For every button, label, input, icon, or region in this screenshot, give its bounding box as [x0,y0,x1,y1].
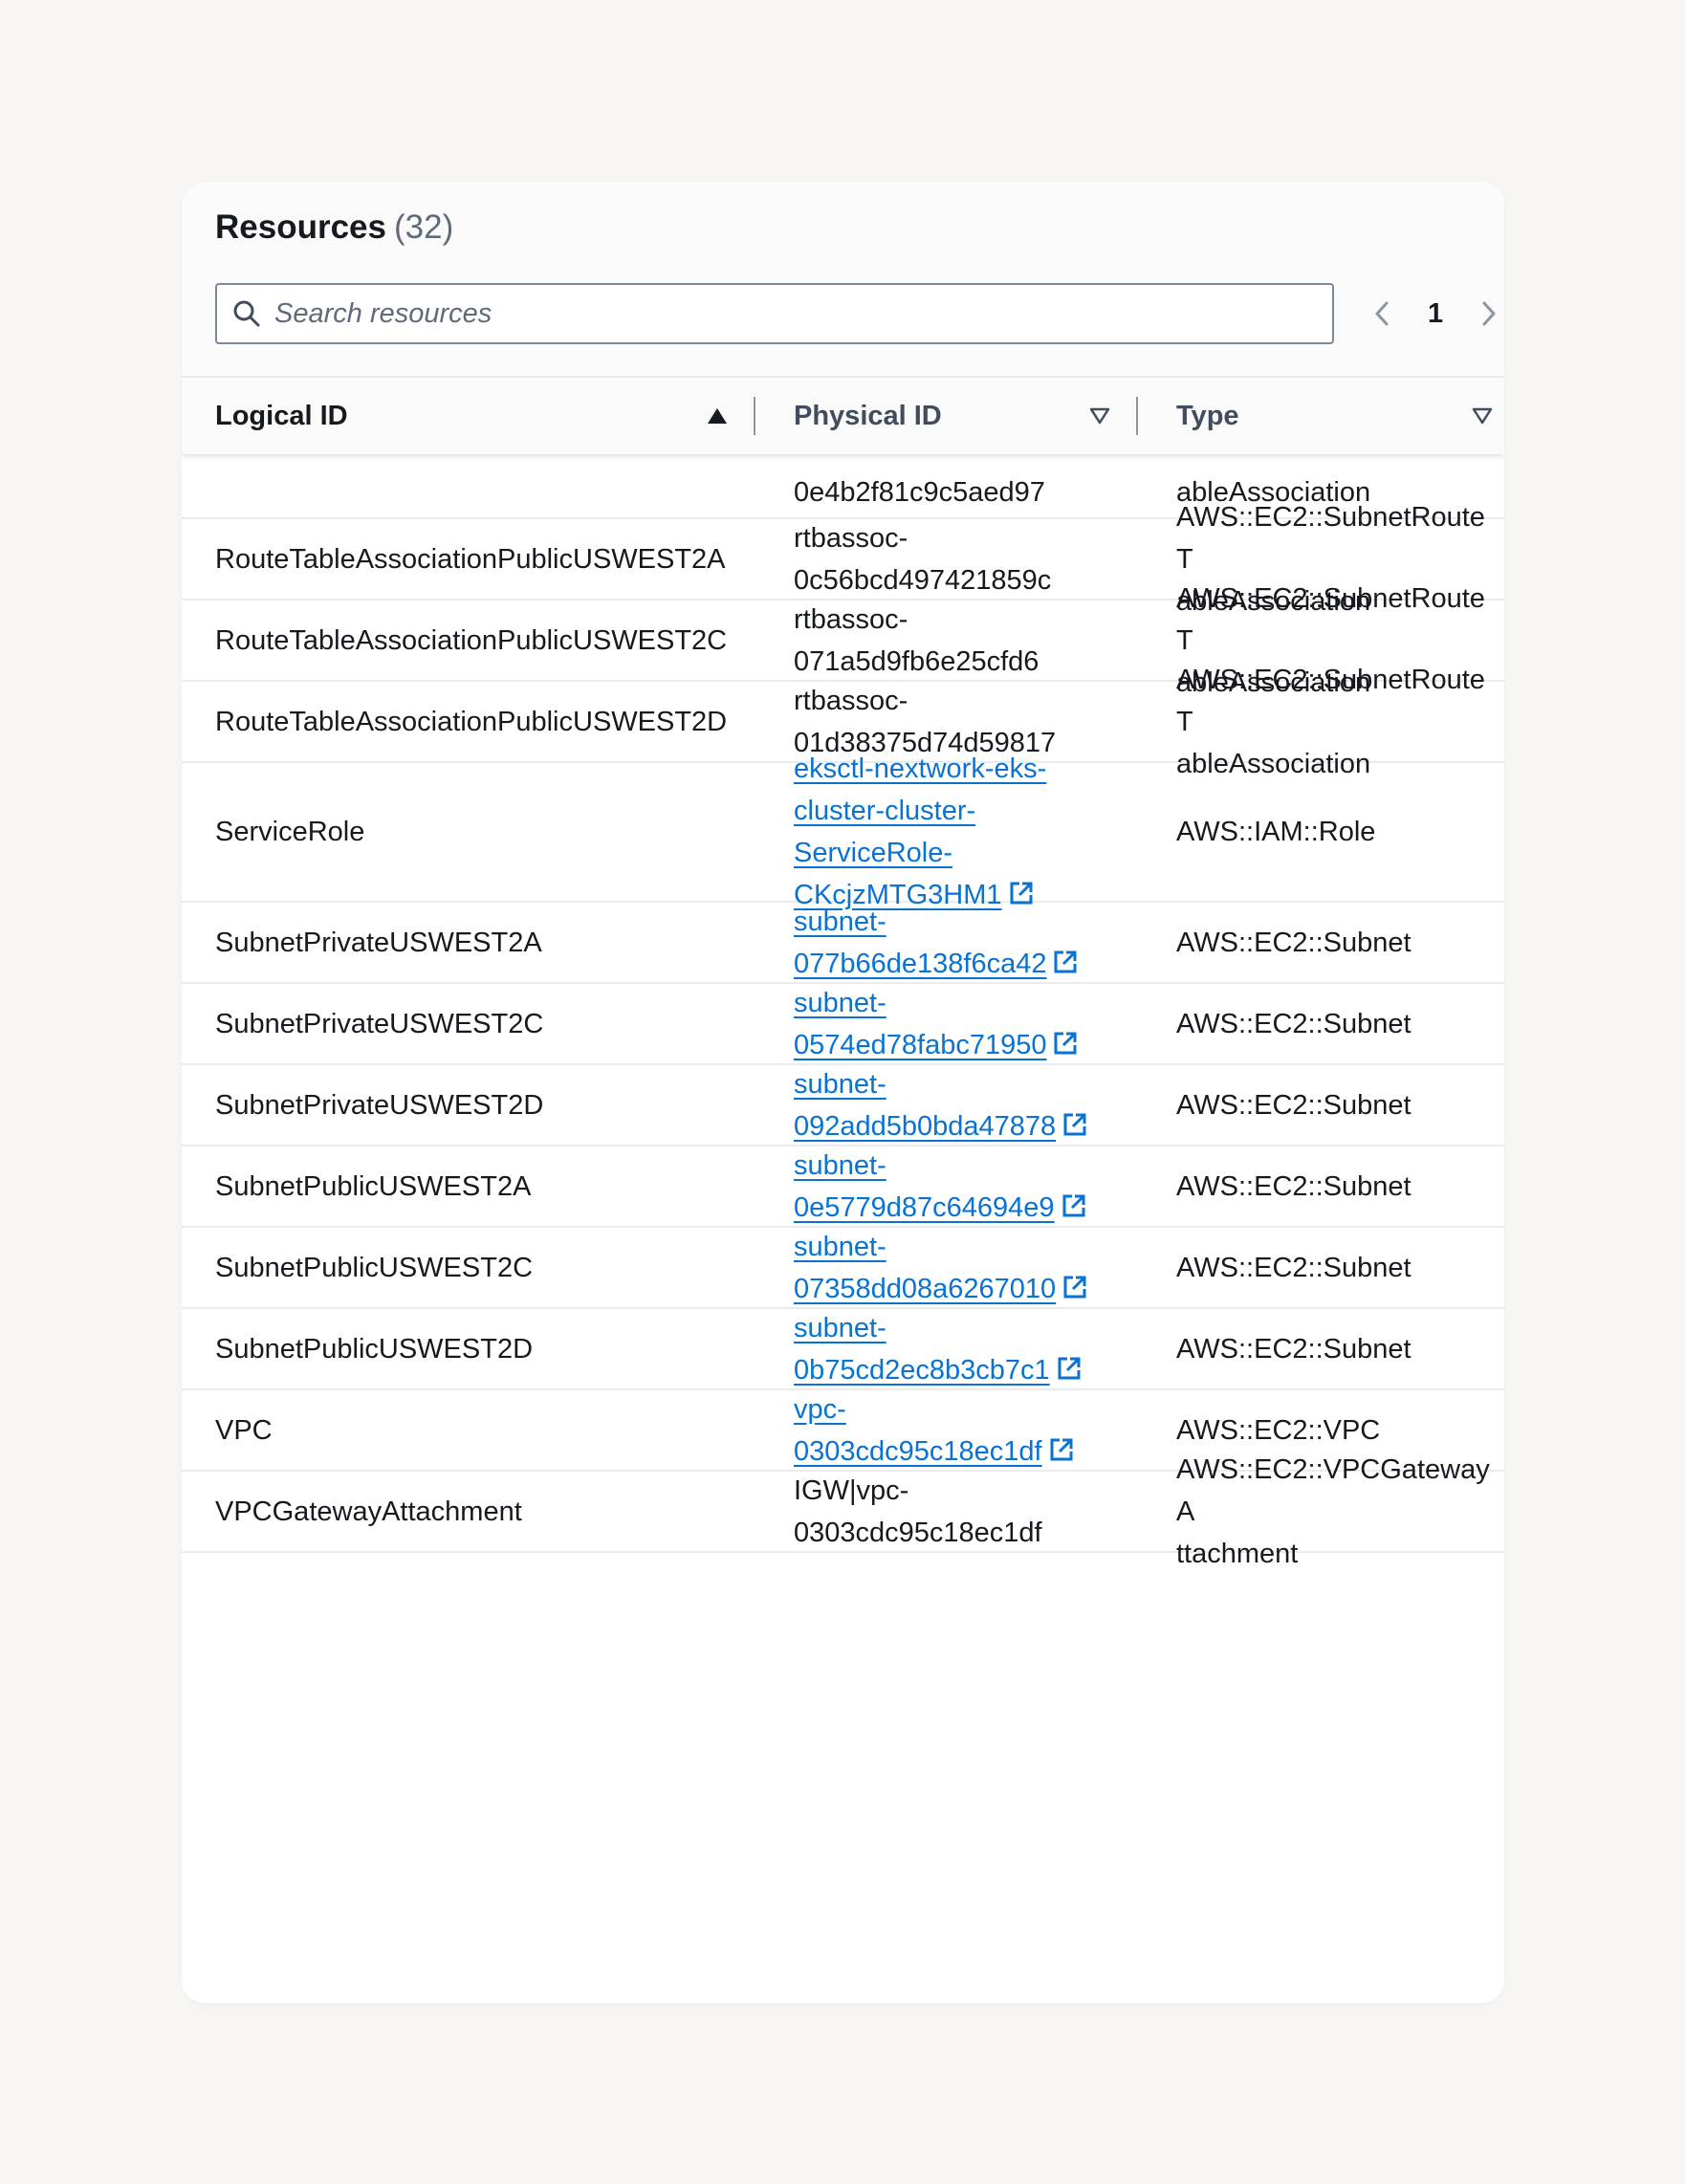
table-row: SubnetPublicUSWEST2D subnet- 0b75cd2ec8b3c… [182,1309,1504,1390]
resources-panel: Resources(32) 1 Logical ID Physical ID [182,182,1504,2003]
type-cell: AWS::EC2::Subnet [1176,1170,1411,1202]
logical-id-cell: SubnetPublicUSWEST2D [215,1333,534,1365]
table-row: SubnetPrivateUSWEST2C subnet- 0574ed78fabc… [182,984,1504,1065]
physical-id-link[interactable]: subnet- 092add5b0bda47878 [794,1063,1157,1147]
column-divider[interactable] [1136,397,1138,435]
table-header: Logical ID Physical ID Type [182,376,1504,454]
external-link-icon [1063,1113,1086,1136]
sort-descending-outline-icon[interactable] [1471,378,1494,454]
column-divider[interactable] [754,397,755,435]
physical-id-cell: rtbassoc- 071a5d9fb6e25cfd6 [794,603,1039,677]
physical-id-cell: rtbassoc- 0c56bcd497421859c [794,522,1052,596]
type-cell: AWS::EC2::Subnet [1176,927,1411,958]
logical-id-cell: RouteTableAssociationPublicUSWEST2C [215,624,728,656]
external-link-icon [1054,1032,1077,1055]
logical-id-cell: RouteTableAssociationPublicUSWEST2D [215,706,728,737]
type-cell: AWS::EC2::Subnet [1176,1252,1411,1283]
logical-id-cell: SubnetPrivateUSWEST2A [215,927,542,958]
table-row: ServiceRole eksctl-nextwork-eks-cluster-c… [182,753,1504,910]
sort-ascending-icon[interactable] [706,378,729,454]
external-link-icon [1063,1276,1086,1299]
current-page[interactable]: 1 [1428,298,1443,330]
panel-header: Resources(32) 1 [182,182,1504,376]
type-cell: AWS::EC2::VPC [1176,1414,1381,1446]
pagination: 1 [1372,289,1499,339]
table-row: SubnetPublicUSWEST2A subnet- 0e5779d87c646… [182,1147,1504,1228]
external-link-icon [1058,1357,1081,1380]
type-cell: AWS::EC2::VPCGatewayA ttachment [1176,1453,1490,1569]
table-row: SubnetPublicUSWEST2C subnet- 07358dd08a626… [182,1228,1504,1309]
logical-id-cell: SubnetPublicUSWEST2C [215,1252,534,1283]
logical-id-cell: SubnetPrivateUSWEST2D [215,1089,544,1121]
logical-id-cell: RouteTableAssociationPublicUSWEST2A [215,543,726,575]
physical-id-link[interactable]: subnet- 0b75cd2ec8b3cb7c1 [794,1307,1157,1391]
type-cell: AWS::EC2::Subnet [1176,1008,1411,1039]
table-row: SubnetPrivateUSWEST2A subnet- 077b66de138f… [182,903,1504,984]
type-cell: AWS::EC2::Subnet [1176,1089,1411,1121]
table-row: VPCGatewayAttachment IGW|vpc- 0303cdc95c18… [182,1454,1504,1569]
logical-id-cell: VPC [215,1414,273,1446]
physical-id-cell: IGW|vpc- 0303cdc95c18ec1df [794,1474,1042,1548]
external-link-icon [1050,1438,1073,1461]
logical-id-cell: VPCGatewayAttachment [215,1496,522,1527]
table-row: SubnetPrivateUSWEST2D subnet- 092add5b0bda… [182,1065,1504,1147]
external-link-icon [1062,1194,1085,1217]
sort-descending-outline-icon[interactable] [1088,378,1111,454]
physical-id-link[interactable]: subnet- 0e5779d87c64694e9 [794,1145,1157,1229]
physical-id-link[interactable]: vpc- 0303cdc95c18ec1df [794,1388,1157,1473]
column-header-logical-id[interactable]: Logical ID [215,378,348,454]
external-link-icon [1054,950,1077,973]
search-input[interactable] [274,297,1279,330]
physical-id-link[interactable]: subnet- 077b66de138f6ca42 [794,901,1157,985]
search-box[interactable] [215,283,1334,344]
physical-id-link[interactable]: subnet- 0574ed78fabc71950 [794,982,1157,1066]
search-icon [233,300,260,327]
logical-id-cell: SubnetPublicUSWEST2A [215,1170,532,1202]
chevron-right-icon[interactable] [1479,299,1499,328]
resource-count: (32) [393,208,454,246]
physical-id-link[interactable]: subnet- 07358dd08a6267010 [794,1226,1157,1310]
logical-id-cell: ServiceRole [215,817,365,847]
page-title: Resources (32) [215,208,454,246]
type-cell: AWS::IAM::Role [1176,817,1376,847]
column-header-physical-id[interactable]: Physical ID [794,378,942,454]
chevron-left-icon[interactable] [1372,299,1391,328]
column-header-type[interactable]: Type [1176,378,1239,454]
physical-id-cell: 0e4b2f81c9c5aed97 [794,477,1045,508]
logical-id-cell: SubnetPrivateUSWEST2C [215,1008,544,1039]
physical-id-link[interactable]: eksctl-nextwork-eks-cluster-cluster- Serv… [794,748,1157,916]
type-cell: AWS::EC2::Subnet [1176,1333,1411,1365]
table-body: 0e4b2f81c9c5aed97 ableAssociation RouteT… [182,454,1504,2003]
